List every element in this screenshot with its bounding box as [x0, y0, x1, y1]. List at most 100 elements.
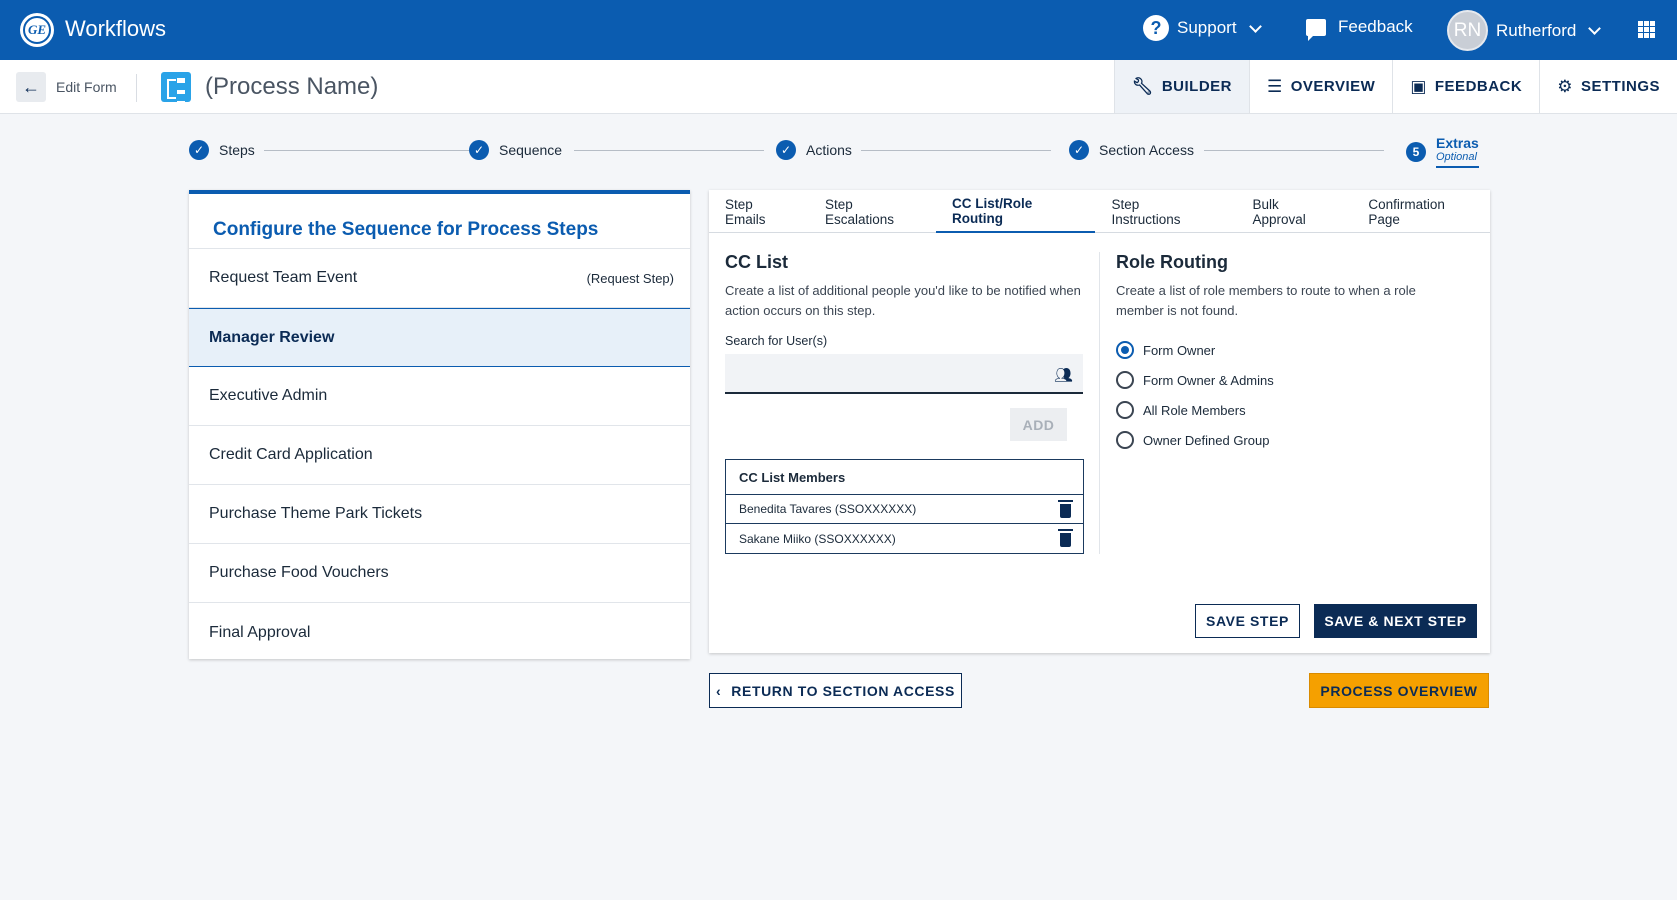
check-icon: ✓ — [1069, 140, 1089, 160]
list-item[interactable]: Executive Admin — [189, 367, 690, 426]
member-name: Benedita Tavares (SSOXXXXXX) — [739, 502, 917, 516]
radio-owner-defined-group[interactable]: Owner Defined Group — [1116, 425, 1436, 455]
radio-button[interactable] — [1116, 401, 1134, 419]
support-menu[interactable]: ? Support — [1143, 15, 1262, 41]
item-label: Executive Admin — [209, 387, 328, 404]
trash-icon[interactable] — [1058, 529, 1073, 547]
top-bar: GE Workflows ? Support Feedback RN Ruthe… — [0, 0, 1677, 60]
list-item[interactable]: Purchase Food Vouchers — [189, 544, 690, 603]
step-label: Actions — [806, 142, 852, 158]
config-tabs: Step Emails Step Escalations CC List/Rol… — [709, 190, 1490, 233]
process-overview-button[interactable]: PROCESS OVERVIEW — [1309, 673, 1489, 708]
item-label: Final Approval — [209, 623, 311, 641]
gear-icon: ⚙ — [1557, 76, 1573, 96]
list-item-selected[interactable]: Manager Review — [189, 308, 690, 367]
step-steps[interactable]: ✓ Steps — [189, 140, 255, 160]
item-label: Purchase Theme Park Tickets — [209, 505, 423, 522]
apps-grid-icon[interactable] — [1638, 21, 1655, 38]
search-field[interactable]: 👥︎ — [725, 354, 1083, 394]
tab-overview-label: OVERVIEW — [1290, 78, 1376, 95]
search-input[interactable] — [725, 354, 1045, 392]
ge-logo[interactable]: GE — [20, 13, 54, 47]
cc-members-table: CC List Members Benedita Tavares (SSOXXX… — [725, 459, 1084, 554]
return-to-section-access-button[interactable]: ‹ RETURN TO SECTION ACCESS — [709, 673, 962, 708]
list-item[interactable]: Credit Card Application — [189, 426, 690, 485]
save-step-button[interactable]: SAVE STEP — [1195, 604, 1300, 638]
radio-all-role-members[interactable]: All Role Members — [1116, 395, 1436, 425]
cc-list-title: CC List — [725, 252, 788, 272]
stepper-line — [861, 150, 1051, 151]
tab-step-escalations[interactable]: Step Escalations — [809, 190, 936, 233]
logo-mark: GE — [23, 16, 51, 44]
chat-icon — [1306, 18, 1326, 41]
user-menu[interactable]: RN Rutherford — [1447, 10, 1602, 51]
chevron-down-icon — [1248, 19, 1262, 33]
stepper-line — [264, 150, 469, 151]
member-name: Sakane Miiko (SSOXXXXXX) — [739, 531, 896, 546]
tab-bulk-approval[interactable]: Bulk Approval — [1222, 190, 1352, 233]
tab-builder[interactable]: 🔧︎ BUILDER — [1113, 60, 1249, 113]
return-label: RETURN TO SECTION ACCESS — [731, 682, 955, 699]
chevron-left-icon: ‹ — [716, 682, 722, 699]
table-row: Sakane Miiko (SSOXXXXXX) — [726, 524, 1083, 553]
back-button[interactable]: ← — [16, 72, 46, 102]
sequence-title: Configure the Sequence for Process Steps — [189, 194, 690, 249]
tab-overview[interactable]: ☰ OVERVIEW — [1249, 60, 1392, 113]
radio-label: Form Owner — [1143, 342, 1216, 358]
save-next-step-button[interactable]: SAVE & NEXT STEP — [1314, 604, 1477, 638]
list-item[interactable]: Purchase Theme Park Tickets — [189, 485, 690, 544]
check-icon: ✓ — [189, 140, 209, 160]
tab-confirmation-page[interactable]: Confirmation Page — [1352, 190, 1490, 233]
request-step-tag: (Request Step) — [586, 270, 674, 286]
sequence-panel: Configure the Sequence for Process Steps… — [189, 190, 690, 659]
radio-label: All Role Members — [1143, 402, 1246, 418]
section-divider — [1099, 252, 1100, 554]
step-extras[interactable]: 5 Extras Optional — [1406, 136, 1479, 168]
role-routing-title: Role Routing — [1116, 252, 1228, 272]
nav-tabs: 🔧︎ BUILDER ☰ OVERVIEW ▣ FEEDBACK ⚙ SETTINGS — [1113, 60, 1677, 113]
process-name: (Process Name) — [205, 73, 379, 100]
radio-form-owner-admins[interactable]: Form Owner & Admins — [1116, 365, 1436, 395]
tab-feedback[interactable]: ▣ FEEDBACK — [1392, 60, 1539, 113]
radio-label: Form Owner & Admins — [1143, 372, 1274, 388]
avatar: RN — [1447, 10, 1488, 51]
step-label: Steps — [219, 142, 255, 158]
radio-form-owner[interactable]: Form Owner — [1116, 335, 1436, 365]
progress-stepper: ✓ Steps ✓ Sequence ✓ Actions ✓ Section Acces… — [189, 136, 1489, 170]
step-sequence[interactable]: ✓ Sequence — [469, 140, 563, 160]
cc-list-section: CC List Create a list of additional peop… — [725, 252, 1085, 394]
feedback-link[interactable]: Feedback — [1306, 17, 1413, 41]
edit-form-label[interactable]: Edit Form — [56, 79, 117, 95]
people-icon[interactable]: 👥︎ — [1054, 366, 1073, 384]
tab-cc-list-role-routing[interactable]: CC List/Role Routing — [935, 190, 1096, 233]
list-icon: ☰ — [1267, 76, 1283, 96]
add-button[interactable]: ADD — [1010, 408, 1067, 441]
feedback-label: Feedback — [1338, 17, 1413, 36]
tab-settings[interactable]: ⚙ SETTINGS — [1539, 60, 1677, 113]
step-actions[interactable]: ✓ Actions — [776, 140, 852, 160]
search-label: Search for User(s) — [725, 334, 828, 348]
table-row: Benedita Tavares (SSOXXXXXX) — [726, 495, 1083, 524]
radio-label: Owner Defined Group — [1143, 432, 1270, 448]
feedback-icon: ▣ — [1410, 76, 1427, 96]
tab-step-instructions[interactable]: Step Instructions — [1095, 190, 1222, 233]
radio-button-selected[interactable] — [1116, 341, 1134, 359]
step-extras-label: Extras Optional — [1436, 136, 1479, 168]
help-icon: ? — [1143, 15, 1169, 41]
stepper-line — [574, 150, 764, 151]
check-icon: ✓ — [469, 140, 489, 160]
tab-builder-label: BUILDER — [1161, 78, 1232, 95]
step-section-access[interactable]: ✓ Section Access — [1069, 140, 1194, 160]
radio-button[interactable] — [1116, 431, 1134, 449]
wrench-icon: 🔧︎ — [1131, 76, 1154, 96]
members-header: CC List Members — [726, 460, 1083, 495]
tab-settings-label: SETTINGS — [1580, 78, 1660, 95]
list-item[interactable]: Final Approval — [189, 603, 690, 662]
user-name: Rutherford — [1496, 20, 1577, 40]
list-item[interactable]: Request Team Event (Request Step) — [189, 249, 690, 308]
tab-step-emails[interactable]: Step Emails — [709, 190, 809, 233]
app-title: Workflows — [65, 16, 167, 41]
radio-button[interactable] — [1116, 371, 1134, 389]
role-routing-section: Role Routing Create a list of role membe… — [1116, 252, 1436, 455]
trash-icon[interactable] — [1058, 499, 1073, 518]
